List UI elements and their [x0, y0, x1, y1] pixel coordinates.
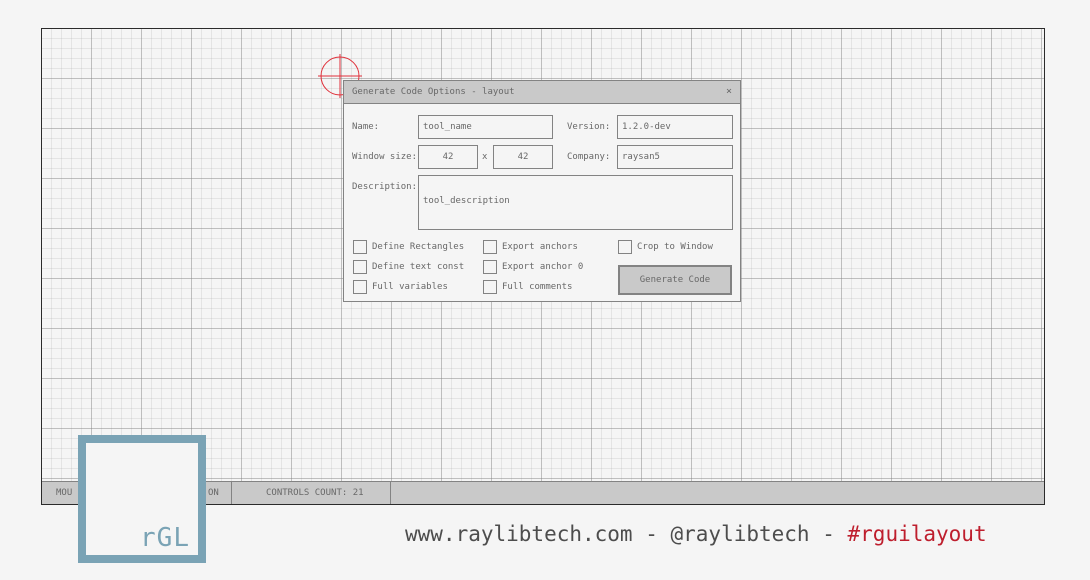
- logo-text: rGL: [140, 523, 190, 553]
- generate-code-button[interactable]: Generate Code: [618, 265, 732, 295]
- close-icon[interactable]: ×: [726, 81, 732, 103]
- footer-site: www.raylibtech.com - @raylibtech -: [405, 522, 848, 546]
- define-text-const-label: Define text const: [372, 262, 465, 272]
- dialog-titlebar[interactable]: Generate Code Options - layout ×: [344, 81, 740, 104]
- name-input[interactable]: [418, 115, 553, 139]
- footer-credits: www.raylibtech.com - @raylibtech - #rgui…: [405, 522, 987, 546]
- controls-count-status: CONTROLS COUNT: 21: [252, 482, 391, 504]
- company-input[interactable]: [617, 145, 733, 169]
- company-label: Company:: [567, 152, 611, 162]
- export-anchors-label: Export anchors: [502, 242, 578, 252]
- window-height-input[interactable]: [493, 145, 553, 169]
- dialog-title: Generate Code Options - layout: [352, 87, 515, 97]
- export-anchors-checkbox[interactable]: [483, 240, 497, 254]
- window-width-input[interactable]: [418, 145, 478, 169]
- window-size-label: Window size:: [352, 152, 418, 162]
- description-textarea[interactable]: tool_description: [418, 175, 733, 230]
- generate-code-dialog: Generate Code Options - layout × Name: V…: [343, 80, 741, 302]
- footer-hashtag: #rguilayout: [847, 522, 987, 546]
- define-rectangles-label: Define Rectangles: [372, 242, 465, 252]
- full-variables-checkbox[interactable]: [353, 280, 367, 294]
- full-comments-checkbox[interactable]: [483, 280, 497, 294]
- define-text-const-checkbox[interactable]: [353, 260, 367, 274]
- version-input[interactable]: [617, 115, 733, 139]
- size-separator: x: [482, 152, 488, 162]
- export-anchor-0-checkbox[interactable]: [483, 260, 497, 274]
- crop-to-window-checkbox[interactable]: [618, 240, 632, 254]
- full-variables-label: Full variables: [372, 282, 448, 292]
- full-comments-label: Full comments: [502, 282, 573, 292]
- export-anchor-0-label: Export anchor 0: [502, 262, 584, 272]
- define-rectangles-checkbox[interactable]: [353, 240, 367, 254]
- crop-to-window-label: Crop to Window: [637, 242, 713, 252]
- description-label: Description:: [352, 182, 418, 192]
- name-label: Name:: [352, 122, 380, 132]
- rgl-logo: rGL: [78, 435, 206, 563]
- version-label: Version:: [567, 122, 611, 132]
